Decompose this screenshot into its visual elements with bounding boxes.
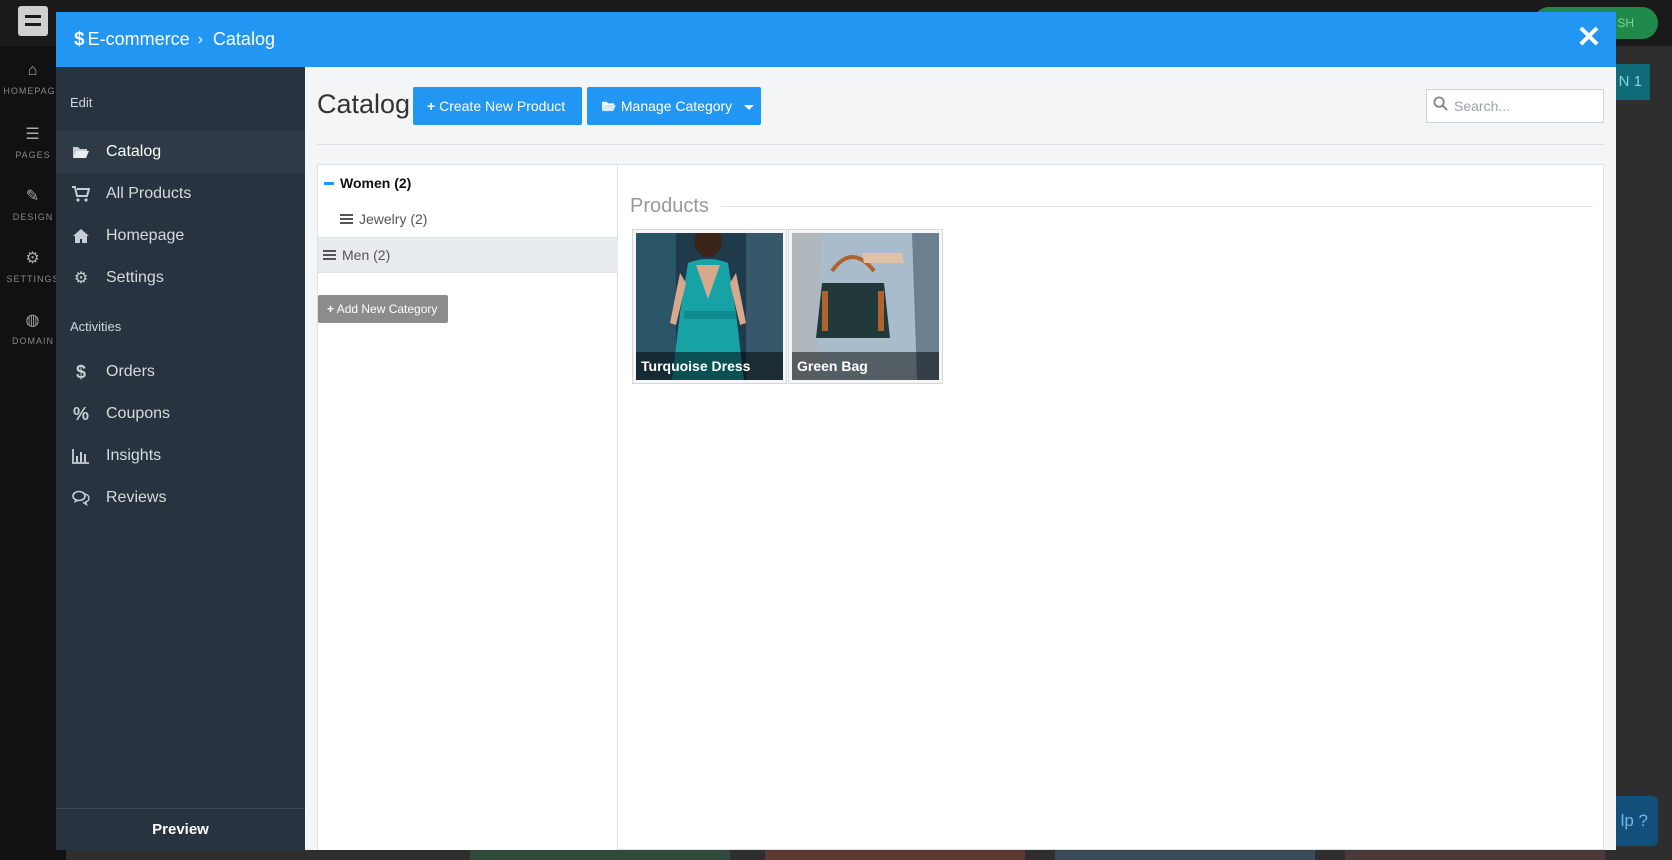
close-icon[interactable]: ✕ <box>1574 23 1604 54</box>
catalog-panel: Women (2) Jewelry (2) Men (2) + Add New … <box>317 164 1604 850</box>
comments-icon <box>68 490 94 506</box>
sidebar-item-coupons[interactable]: % Coupons <box>56 393 305 435</box>
sidebar-item-label: Reviews <box>106 489 167 506</box>
category-jewelry[interactable]: Jewelry (2) <box>318 201 618 237</box>
sidebar-item-homepage[interactable]: Homepage <box>56 215 305 257</box>
plus-icon: + <box>427 98 436 114</box>
catalog-content: Catalog + Create New Product Manage Cate… <box>305 67 1616 850</box>
category-women[interactable]: Women (2) <box>318 165 618 201</box>
category-men[interactable]: Men (2) <box>318 237 618 273</box>
category-label: Women (2) <box>340 175 412 191</box>
plus-icon: + <box>327 302 335 316</box>
product-image: Green Bag <box>792 233 939 380</box>
folder-open-icon <box>601 98 621 114</box>
sidebar-item-label: Insights <box>106 447 162 464</box>
sidebar-item-settings[interactable]: ⚙ Settings <box>56 257 305 299</box>
sidebar-item-label: Orders <box>106 363 155 380</box>
product-name: Turquoise Dress <box>636 352 783 380</box>
modal-header: $ E-commerce › Catalog ✕ <box>56 12 1616 67</box>
category-label: Jewelry (2) <box>359 211 428 227</box>
product-name: Green Bag <box>792 352 939 380</box>
catalog-modal: $ E-commerce › Catalog ✕ Edit Catalog Al… <box>56 12 1616 850</box>
search-box[interactable] <box>1426 89 1604 123</box>
dollar-icon: $ <box>75 361 86 382</box>
page-title: Catalog <box>317 89 411 119</box>
manage-category-button[interactable]: Manage Category <box>587 87 761 125</box>
caret-down-icon <box>744 104 755 110</box>
products-heading: Products <box>630 195 721 218</box>
products-area: Products Turquoise Dress Green Bag <box>630 165 1593 850</box>
product-card-green-bag[interactable]: Green Bag <box>788 229 943 384</box>
dollar-icon: $ <box>74 28 85 50</box>
header-divider <box>317 144 1604 145</box>
category-tree: Women (2) Jewelry (2) Men (2) + Add New … <box>318 165 618 850</box>
drag-handle-icon[interactable] <box>323 250 336 260</box>
breadcrumb: $ E-commerce › Catalog <box>74 12 275 67</box>
category-label: Men (2) <box>342 247 391 263</box>
breadcrumb-root[interactable]: E-commerce <box>88 29 190 50</box>
sidebar-item-all-products[interactable]: All Products <box>56 173 305 215</box>
product-image: Turquoise Dress <box>636 233 783 380</box>
collapse-icon[interactable] <box>324 181 334 185</box>
breadcrumb-current: Catalog <box>212 29 275 49</box>
add-new-category-button[interactable]: + Add New Category <box>318 295 448 323</box>
sidebar-item-label: All Products <box>106 185 192 202</box>
sidebar-item-label: Settings <box>106 269 164 286</box>
sidebar-item-catalog[interactable]: Catalog <box>56 131 305 173</box>
home-icon <box>68 228 94 244</box>
search-icon <box>1433 96 1448 116</box>
folder-open-icon <box>68 145 94 159</box>
sidebar-item-insights[interactable]: Insights <box>56 435 305 477</box>
gear-icon: ⚙ <box>73 270 89 287</box>
sidebar-section-activities: Activities <box>70 319 122 334</box>
cart-icon <box>68 186 94 202</box>
preview-button[interactable]: Preview <box>56 808 305 850</box>
sidebar-item-reviews[interactable]: Reviews <box>56 477 305 519</box>
sidebar-item-label: Homepage <box>106 227 185 244</box>
drag-handle-icon[interactable] <box>340 214 353 224</box>
products-heading-rule <box>630 206 1593 207</box>
create-new-product-button[interactable]: + Create New Product <box>413 87 582 125</box>
bar-chart-icon <box>68 448 94 464</box>
product-card-turquoise-dress[interactable]: Turquoise Dress <box>632 229 787 384</box>
app-logo-icon <box>18 6 48 36</box>
modal-sidebar: Edit Catalog All Products Homepage ⚙ Set… <box>56 67 305 850</box>
sidebar-section-edit: Edit <box>70 95 93 110</box>
percent-icon: % <box>72 403 89 424</box>
sidebar-item-label: Coupons <box>106 405 171 422</box>
sidebar-item-label: Catalog <box>106 143 162 160</box>
search-input[interactable] <box>1454 98 1594 114</box>
chevron-right-icon: › <box>197 30 203 48</box>
sidebar-item-orders[interactable]: $ Orders <box>56 351 305 393</box>
